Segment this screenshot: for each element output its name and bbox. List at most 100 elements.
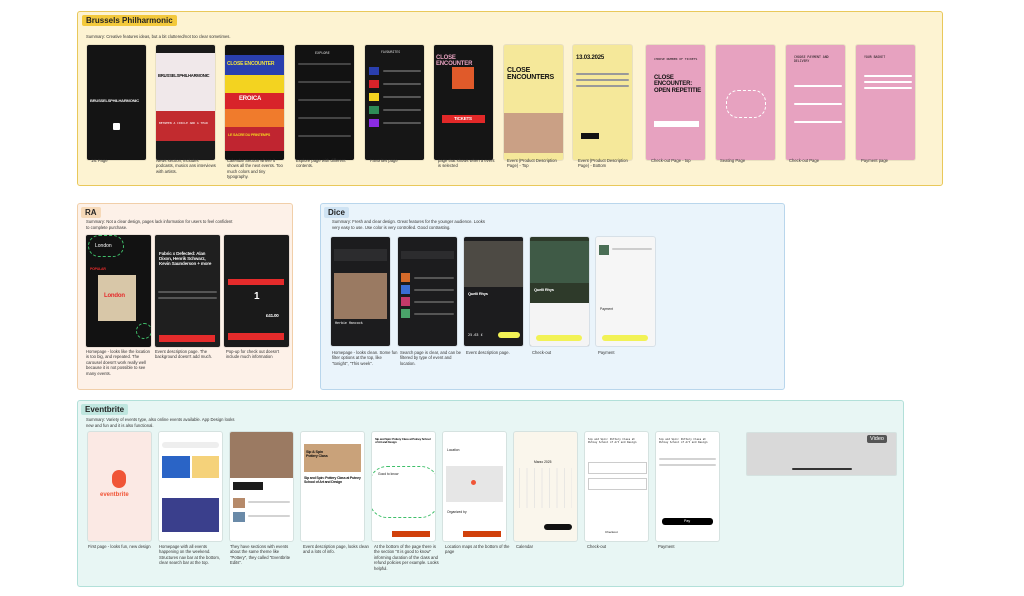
eb-loc-cta[interactable] xyxy=(463,531,501,537)
bp-sel-tickets[interactable]: TICKETS xyxy=(454,116,472,121)
bp-caption-3: Calendar Section where it shows all the … xyxy=(227,158,283,180)
ra-screen-popup[interactable]: 1 £41.00 xyxy=(224,235,289,347)
bp-screen-checkout-top[interactable]: CHOOSE NUMBER OF TICKETS CLOSE ENCOUNTER… xyxy=(646,45,705,160)
ra-caption-3: Pop-up for check out doesn't include muc… xyxy=(226,349,280,360)
eb-map-pin-icon xyxy=(471,480,476,485)
dice-screen-checkout[interactable]: Quelli Rhys xyxy=(530,237,589,346)
eb-gtk-title: Sip and Spin: Pottery Class at Putney Sc… xyxy=(375,437,431,445)
eb-screen-payment[interactable]: Sip and Spin: Pottery Class at Putney Sc… xyxy=(656,432,719,541)
ra-popup-pay[interactable] xyxy=(228,333,284,340)
bp-sel-title: CLOSE ENCOUNTER xyxy=(436,55,473,67)
eb-caption-1: First page - looks fun, new design xyxy=(88,544,151,549)
bp-cal-block-green xyxy=(225,109,284,127)
bp-screen-explore[interactable]: EXPLORE xyxy=(295,45,354,160)
eb-caption-7: Calendar xyxy=(516,544,533,549)
bp-cal-close: CLOSE ENCOUNTER xyxy=(227,61,275,67)
eb-screen-location[interactable]: Location Organized by xyxy=(443,432,506,541)
bp-choose-tickets: CHOOSE NUMBER OF TICKETS xyxy=(654,57,698,61)
bp-screen-event-selected[interactable]: CLOSE ENCOUNTER TICKETS xyxy=(434,45,493,160)
bp-screen-checkout[interactable]: CHOOSE PAYMENT AND DELIVERY xyxy=(786,45,845,160)
dice-home-feature xyxy=(334,273,387,319)
bp-caption-7: Event (Product Description Page) - Top xyxy=(507,158,557,169)
dice-event-artist: Quelli Rhys xyxy=(468,291,488,296)
eb-screen-event[interactable]: Sip & Spin Pottery Class Sip and Spin: P… xyxy=(301,432,364,541)
eb-caption-5: At the bottom of the page there is the s… xyxy=(374,544,439,571)
bp-pdp-title: CLOSE ENCOUNTERS xyxy=(507,67,555,81)
eb-caption-3: They have sections with events about the… xyxy=(230,544,291,566)
bp-screen-first-page[interactable]: BRUSSELSPHILHARMONIC xyxy=(87,45,146,160)
ra-screen-home[interactable]: London POPULAR London xyxy=(86,235,151,347)
eb-loc-label: Location xyxy=(447,448,460,452)
eb-video-thumbnail[interactable]: Video xyxy=(747,433,896,475)
bp-screen-event-bottom[interactable]: 13.03.2025 xyxy=(573,45,632,160)
ra-summary: Summary: Not a clear design, pages lack … xyxy=(86,219,233,230)
bp-screen-favorites[interactable]: FAVOURITES xyxy=(365,45,424,160)
eb-screen-good-to-know[interactable]: Sip and Spin: Pottery Class at Putney Sc… xyxy=(372,432,435,541)
dice-pay-btn[interactable] xyxy=(602,335,648,341)
dice-screen-home[interactable]: Herbie Hancock xyxy=(331,237,390,346)
ra-event-buy[interactable] xyxy=(159,335,215,342)
dice-screen-event[interactable]: Quelli Rhys 25.63 £ xyxy=(464,237,523,346)
bp-pdp-date: 13.03.2025 xyxy=(576,55,605,61)
brussels-section: Brussels Philharmonic Summary: Creative … xyxy=(77,11,943,186)
bp-screen-event-top[interactable]: CLOSE ENCOUNTERS xyxy=(504,45,563,160)
eb-logo-text: eventbrite xyxy=(100,492,129,498)
ra-section: RA Summary: Not a clear design, pages la… xyxy=(77,203,293,390)
bp-caption-5: Favorites page xyxy=(370,158,398,163)
ra-cta-highlight[interactable] xyxy=(136,323,151,339)
eb-pay-label: Pay xyxy=(684,519,691,523)
eventbrite-title: Eventbrite xyxy=(81,404,129,415)
eb-co-btn[interactable]: Checkout xyxy=(605,530,618,534)
bp-explore-title: EXPLORE xyxy=(315,51,330,55)
dice-event-buy[interactable] xyxy=(498,332,520,338)
eb-caption-6: Location maps at the bottom of the page xyxy=(445,544,510,555)
eb-organized: Organized by xyxy=(447,510,467,514)
bp-fav-title: FAVOURITES xyxy=(381,50,401,54)
bp-news-header xyxy=(156,53,215,111)
dice-home-filters[interactable] xyxy=(334,249,387,261)
ra-popup-qty[interactable]: 1 xyxy=(254,291,260,302)
ra-caption-2: Event description page. The background d… xyxy=(155,349,213,360)
dice-screen-search[interactable] xyxy=(398,237,457,346)
eb-gtk-label: Good to know xyxy=(378,472,399,476)
bp-cal-sacre: LE SACRE DU PRINTEMPS xyxy=(228,133,271,137)
dice-caption-2: Search page is clear, and can be filtere… xyxy=(400,350,461,366)
dice-pay-title: Payment xyxy=(600,307,614,311)
eventbrite-section: Eventbrite Summary: Variety of events ty… xyxy=(77,400,904,587)
bp-screen-payment[interactable]: YOUR BASKET xyxy=(856,45,915,160)
bp-pdp-image xyxy=(504,113,563,153)
eb-cal-btn[interactable] xyxy=(544,524,572,530)
bp-seat-map[interactable] xyxy=(726,90,766,118)
eb-pay-title: Sip and Spin: Pottery Class at Putney Sc… xyxy=(659,438,708,444)
bp-pdp-btn[interactable] xyxy=(581,133,599,139)
dice-title: Dice xyxy=(324,207,349,218)
eb-screen-calendar[interactable]: Marzo 2025 xyxy=(514,432,577,541)
eb-gtk-cta[interactable] xyxy=(392,531,430,537)
bp-cal-eroica: EROICA xyxy=(239,96,262,102)
eb-screen-checkout[interactable]: Sip and Spin: Pottery Class at Putney Sc… xyxy=(585,432,648,541)
dice-co-buy[interactable] xyxy=(536,335,582,341)
bp-caption-9: Check-out Page - top xyxy=(651,158,691,163)
dice-event-price: 25.63 £ xyxy=(468,333,483,337)
bp-caption-10: Seating Page xyxy=(720,158,746,163)
bp-screen-calendar[interactable]: CLOSE ENCOUNTER EROICA LE SACRE DU PRINT… xyxy=(225,45,284,160)
eb-screen-home[interactable] xyxy=(159,432,222,541)
dice-caption-3: Event description page. xyxy=(466,350,510,355)
brussels-summary: Summary: Creative features ideas, but a … xyxy=(86,34,231,39)
eb-cal-month: Marzo 2025 xyxy=(534,460,552,464)
bp-screen-seating[interactable] xyxy=(716,45,775,160)
eb-logo-mark xyxy=(112,470,126,488)
bp-news-image xyxy=(156,111,215,141)
eb-caption-9: Payment xyxy=(658,544,675,549)
ra-screen-event[interactable]: Fabric x Defected: Alan Dixon, Henrik Sc… xyxy=(155,235,220,347)
eb-event-short: Sip & Spin Pottery Class xyxy=(306,450,328,459)
ra-popular: POPULAR xyxy=(90,267,106,271)
brussels-title: Brussels Philharmonic xyxy=(82,15,177,26)
eb-screen-edits[interactable] xyxy=(230,432,293,541)
dice-screen-payment[interactable]: Payment xyxy=(596,237,655,346)
bp-screen-news[interactable]: BRUSSELSPHILHARMONIC BETWEEN A CIRCLE AN… xyxy=(156,45,215,160)
eventbrite-summary: Summary: Variety of events type, also on… xyxy=(86,417,235,428)
eb-screen-first[interactable]: eventbrite xyxy=(88,432,151,541)
bp-cal-block-purple xyxy=(225,127,284,151)
dice-section: Dice Summary: Fresh and clear design. Gr… xyxy=(320,203,785,390)
